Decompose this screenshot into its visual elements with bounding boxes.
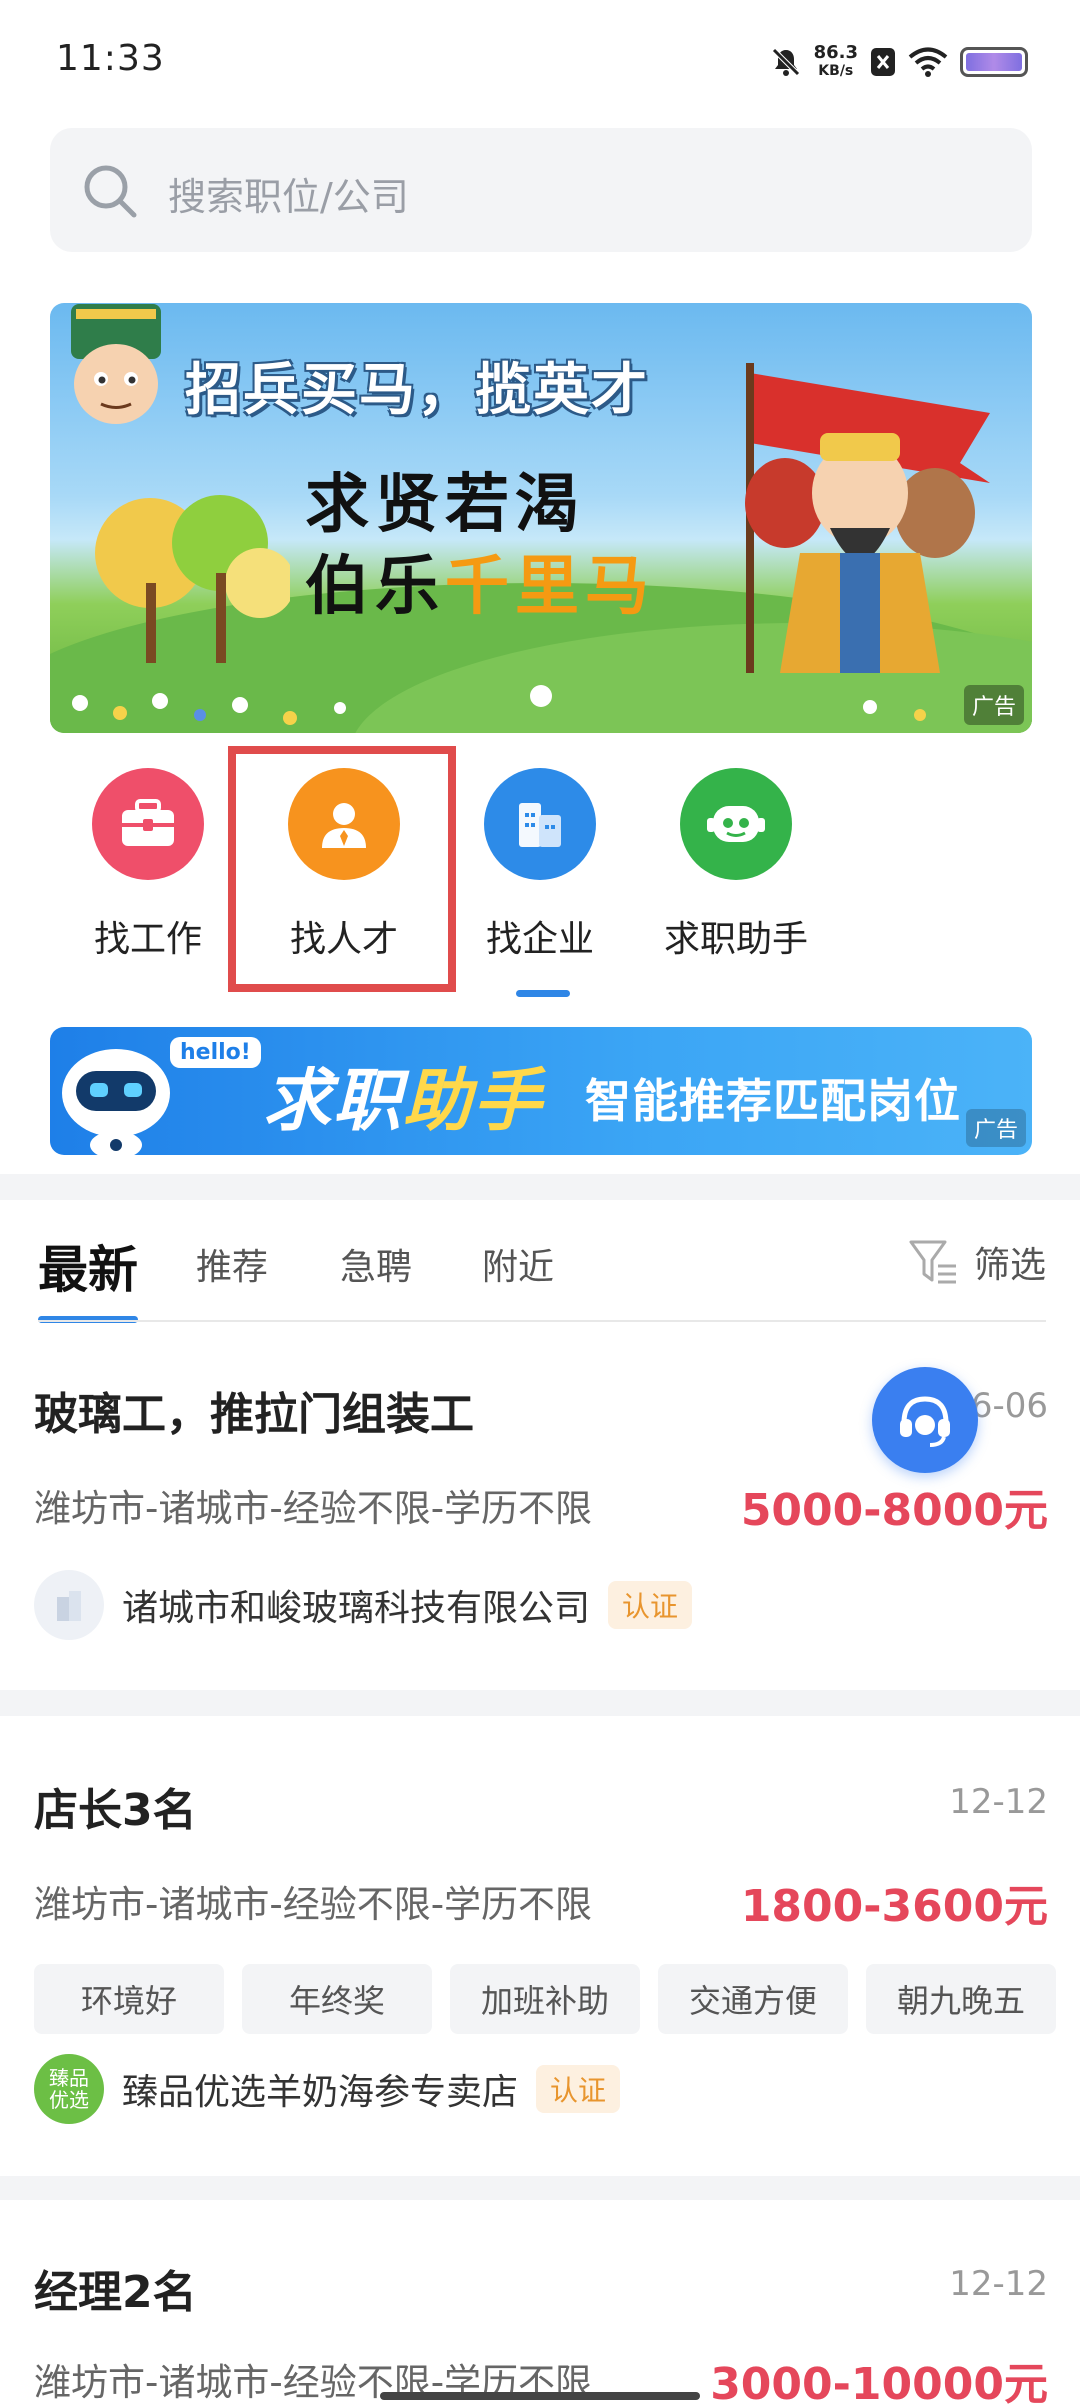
headset-icon bbox=[900, 1396, 950, 1447]
status-bar: 11:33 86.3 KB/s bbox=[0, 0, 1080, 120]
job-salary: 1800-3600元 bbox=[740, 1881, 1048, 1932]
filter-label: 筛选 bbox=[973, 1245, 1046, 1286]
assistant-title-white: 求职 bbox=[263, 1062, 404, 1141]
job-title: 店长3名 bbox=[34, 1785, 197, 1836]
robot-icon bbox=[680, 768, 792, 880]
search-placeholder: 搜索职位/公司 bbox=[168, 175, 409, 219]
search-input[interactable]: 搜索职位/公司 bbox=[50, 128, 1032, 252]
net-speed: 86.3 KB/s bbox=[814, 44, 858, 80]
job-date: 6-06 bbox=[970, 1386, 1048, 1426]
ad-tag: 广告 bbox=[963, 685, 1024, 725]
filter-icon bbox=[909, 1240, 956, 1284]
verified-badge: 认证 bbox=[536, 2065, 621, 2113]
assistant-title-yellow: 助手 bbox=[403, 1062, 544, 1141]
hello-bubble: hello! bbox=[170, 1037, 261, 1068]
nav-label: 找工作 bbox=[93, 919, 202, 960]
banner-line1: 求贤若渴 bbox=[305, 467, 585, 542]
nav-find-job[interactable]: 找工作 bbox=[50, 768, 246, 968]
section-divider bbox=[0, 1690, 1080, 1716]
banner-title: 招兵买马，揽英才 bbox=[185, 358, 649, 423]
robot-mascot-icon bbox=[62, 1049, 170, 1155]
nav-find-company[interactable]: 找企业 bbox=[442, 768, 638, 968]
assistant-title: 求职助手 bbox=[263, 1045, 543, 1144]
search-icon bbox=[84, 165, 137, 218]
section-divider bbox=[0, 2176, 1080, 2200]
carousel-indicator bbox=[530, 685, 552, 707]
job-tag: 加班补助 bbox=[450, 1964, 640, 2034]
job-list-tabs: 最新 推荐 急聘 附近 筛选 bbox=[0, 1200, 1080, 1323]
tab-latest[interactable]: 最新 bbox=[38, 1230, 138, 1302]
job-tags: 环境好 年终奖 加班补助 交通方便 朝九晚五 bbox=[34, 1964, 1056, 2034]
battery-icon bbox=[960, 47, 1028, 77]
status-time: 11:33 bbox=[56, 38, 165, 79]
company-row: 臻品优选 臻品优选羊奶海参专卖店 认证 bbox=[34, 2054, 621, 2124]
net-speed-value: 86.3 bbox=[813, 42, 858, 63]
banner-line2-prefix: 伯乐 bbox=[305, 549, 445, 624]
building-icon bbox=[57, 1591, 81, 1621]
generals-characters bbox=[745, 363, 990, 673]
net-speed-unit: KB/s bbox=[818, 63, 854, 79]
job-date: 12-12 bbox=[949, 2264, 1048, 2304]
company-row: 诸城市和峻玻璃科技有限公司 认证 bbox=[34, 1570, 693, 1640]
nav-page-indicator bbox=[516, 990, 570, 997]
job-salary: 5000-8000元 bbox=[740, 1485, 1048, 1536]
job-salary: 3000-10000元 bbox=[710, 2359, 1048, 2408]
job-tag: 环境好 bbox=[34, 1964, 224, 2034]
company-logo: 臻品优选 bbox=[34, 2054, 104, 2124]
job-tag: 交通方便 bbox=[658, 1964, 848, 2034]
customer-service-button[interactable] bbox=[872, 1367, 978, 1473]
section-divider bbox=[0, 1174, 1080, 1200]
company-name: 诸城市和峻玻璃科技有限公司 bbox=[122, 1588, 591, 1629]
company-logo bbox=[34, 1570, 104, 1640]
company-name: 臻品优选羊奶海参专卖店 bbox=[122, 2072, 519, 2113]
wifi-icon bbox=[908, 47, 948, 77]
verified-badge: 认证 bbox=[608, 1581, 693, 1629]
tab-urgent[interactable]: 急聘 bbox=[340, 1238, 412, 1290]
tree-illustration bbox=[95, 495, 290, 663]
nav-label: 求职助手 bbox=[663, 919, 808, 960]
highlight-box bbox=[228, 746, 456, 992]
strategist-character bbox=[71, 304, 161, 424]
home-indicator[interactable] bbox=[380, 2392, 700, 2400]
quick-nav: 找工作 找人才 找企业 求职助手 bbox=[0, 748, 1080, 1008]
no-sim-icon bbox=[871, 48, 895, 76]
job-tag: 朝九晚五 bbox=[866, 1964, 1056, 2034]
tabs-divider bbox=[38, 1320, 1046, 1322]
banner-line2-highlight: 千里马 bbox=[445, 549, 655, 624]
assistant-ad-banner[interactable]: hello! 求职助手 智能推荐匹配岗位 广告 bbox=[50, 1027, 1032, 1155]
job-meta: 潍坊市-诸城市-经验不限-学历不限 bbox=[34, 1487, 593, 1530]
briefcase-icon bbox=[92, 768, 204, 880]
status-icons: 86.3 KB/s bbox=[770, 40, 1028, 84]
mute-bell-icon bbox=[771, 48, 800, 76]
nav-job-assistant[interactable]: 求职助手 bbox=[638, 768, 834, 968]
building-icon bbox=[484, 768, 596, 880]
ad-tag: 广告 bbox=[965, 1109, 1026, 1147]
job-meta: 潍坊市-诸城市-经验不限-学历不限 bbox=[34, 1883, 593, 1926]
job-tag: 年终奖 bbox=[242, 1964, 432, 2034]
assistant-subtitle: 智能推荐匹配岗位 bbox=[585, 1074, 961, 1128]
banner-line2: 伯乐千里马 bbox=[305, 535, 655, 627]
tab-nearby[interactable]: 附近 bbox=[482, 1238, 554, 1290]
job-title: 经理2名 bbox=[34, 2267, 197, 2318]
job-date: 12-12 bbox=[949, 1782, 1048, 1822]
job-card[interactable]: 经理2名 12-12 潍坊市-诸城市-经验不限-学历不限 3000-10000元 bbox=[0, 2200, 1080, 2408]
job-title: 玻璃工，推拉门组装工 bbox=[34, 1389, 474, 1440]
filter-button[interactable]: 筛选 bbox=[908, 1236, 1046, 1288]
tab-recommended[interactable]: 推荐 bbox=[196, 1238, 268, 1290]
job-card[interactable]: 店长3名 12-12 潍坊市-诸城市-经验不限-学历不限 1800-3600元 … bbox=[0, 1716, 1080, 2176]
nav-label: 找企业 bbox=[485, 919, 594, 960]
promo-banner[interactable]: 招兵买马，揽英才 求贤若渴 伯乐千里马 广告 bbox=[50, 303, 1032, 733]
